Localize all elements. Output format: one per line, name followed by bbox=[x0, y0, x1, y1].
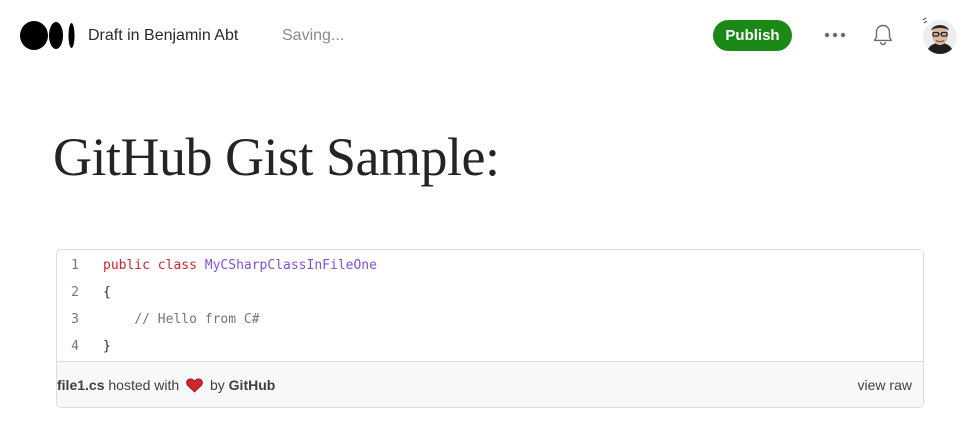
line-number: 3 bbox=[71, 312, 79, 327]
gist-meta: file1.cs hosted with by GitHub bbox=[57, 376, 275, 394]
line-number: 4 bbox=[71, 339, 79, 354]
code-line: 2{ bbox=[57, 279, 923, 306]
code-token: // Hello from C# bbox=[134, 312, 260, 327]
draft-location-label: Draft in Benjamin Abt bbox=[88, 27, 239, 44]
medium-logo-icon[interactable] bbox=[20, 21, 76, 50]
code-token: } bbox=[103, 339, 111, 354]
saving-status: Saving... bbox=[282, 27, 345, 44]
gist-footer: file1.cs hosted with by GitHub view raw bbox=[57, 361, 923, 407]
gist-embed: 1 public class MyCSharpClassInFileOne 2{3 … bbox=[56, 249, 924, 408]
line-code: } bbox=[103, 333, 111, 360]
notifications-button[interactable] bbox=[871, 22, 895, 48]
line-number: 2 bbox=[71, 285, 79, 300]
more-horizontal-icon bbox=[824, 32, 846, 38]
code-token: public bbox=[103, 258, 150, 273]
more-options-button[interactable] bbox=[822, 24, 848, 46]
code-token: MyCSharpClassInFileOne bbox=[204, 258, 377, 273]
line-code: { bbox=[103, 279, 111, 306]
code-line: 1 public class MyCSharpClassInFileOne bbox=[57, 252, 923, 279]
by-text: by bbox=[209, 377, 225, 393]
heart-icon bbox=[186, 378, 203, 393]
line-code: public class MyCSharpClassInFileOne bbox=[103, 252, 377, 279]
code-line: 4} bbox=[57, 333, 923, 360]
code-line: 3 // Hello from C# bbox=[57, 306, 923, 333]
publish-button[interactable]: Publish bbox=[713, 20, 792, 51]
gist-filename-link[interactable]: file1.cs bbox=[57, 377, 104, 393]
line-number: 1 bbox=[71, 258, 79, 273]
line-code: // Hello from C# bbox=[103, 306, 260, 333]
view-raw-link[interactable]: view raw bbox=[858, 376, 912, 394]
code-token: { bbox=[103, 285, 111, 300]
user-avatar[interactable] bbox=[921, 16, 957, 56]
bell-icon bbox=[873, 24, 893, 46]
hosted-with-text: hosted with bbox=[108, 377, 180, 393]
code-token: class bbox=[157, 258, 197, 273]
github-link[interactable]: GitHub bbox=[229, 377, 276, 393]
gist-code-block: 1 public class MyCSharpClassInFileOne 2{3 … bbox=[57, 250, 923, 361]
top-bar: Draft in Benjamin Abt Saving... Publish bbox=[0, 0, 980, 72]
article-title[interactable]: GitHub Gist Sample: bbox=[53, 125, 500, 189]
